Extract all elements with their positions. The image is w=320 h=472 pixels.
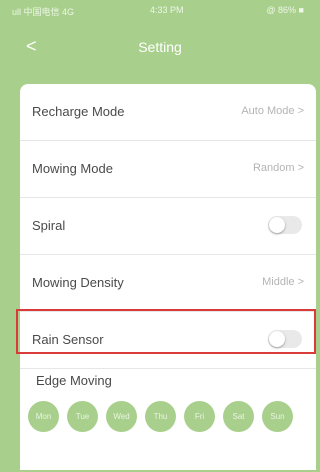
mowing-density-label: Mowing Density <box>32 275 124 290</box>
battery-status: @ 86% ■ <box>266 5 304 15</box>
toggle-knob <box>269 217 285 233</box>
status-time: 4:33 PM <box>150 5 184 15</box>
mowing-density-row[interactable]: Mowing Density Middle > <box>20 255 316 312</box>
day-selector: Mon Tue Wed Thu Fri Sat Sun <box>28 401 308 441</box>
day-sat[interactable]: Sat <box>223 401 254 432</box>
carrier-signal: ull 中国电信 4G <box>12 7 75 17</box>
mowing-density-value: Middle > <box>262 276 304 288</box>
day-tue[interactable]: Tue <box>67 401 98 432</box>
mowing-mode-value: Random > <box>252 162 304 174</box>
day-wed[interactable]: Wed <box>106 401 137 432</box>
page-title: Setting <box>138 39 182 55</box>
mowing-mode-label: Mowing Mode <box>32 161 113 176</box>
status-bar: ull 中国电信 4G 4:33 PM @ 86% ■ <box>0 0 320 22</box>
recharge-mode-row[interactable]: Recharge Mode Auto Mode > <box>20 84 316 141</box>
edge-moving-title: Edge Moving <box>36 373 112 388</box>
recharge-mode-value: Auto Mode > <box>241 105 304 117</box>
recharge-mode-label: Recharge Mode <box>32 104 125 119</box>
spiral-toggle[interactable] <box>268 216 302 234</box>
day-thu[interactable]: Thu <box>145 401 176 432</box>
rain-sensor-highlight <box>16 309 316 354</box>
spiral-label: Spiral <box>32 218 66 233</box>
nav-bar: < Setting <box>0 30 320 66</box>
spiral-row: Spiral <box>20 198 316 255</box>
day-mon[interactable]: Mon <box>28 401 59 432</box>
mowing-mode-row[interactable]: Mowing Mode Random > <box>20 141 316 198</box>
day-fri[interactable]: Fri <box>184 401 215 432</box>
day-sun[interactable]: Sun <box>262 401 293 432</box>
